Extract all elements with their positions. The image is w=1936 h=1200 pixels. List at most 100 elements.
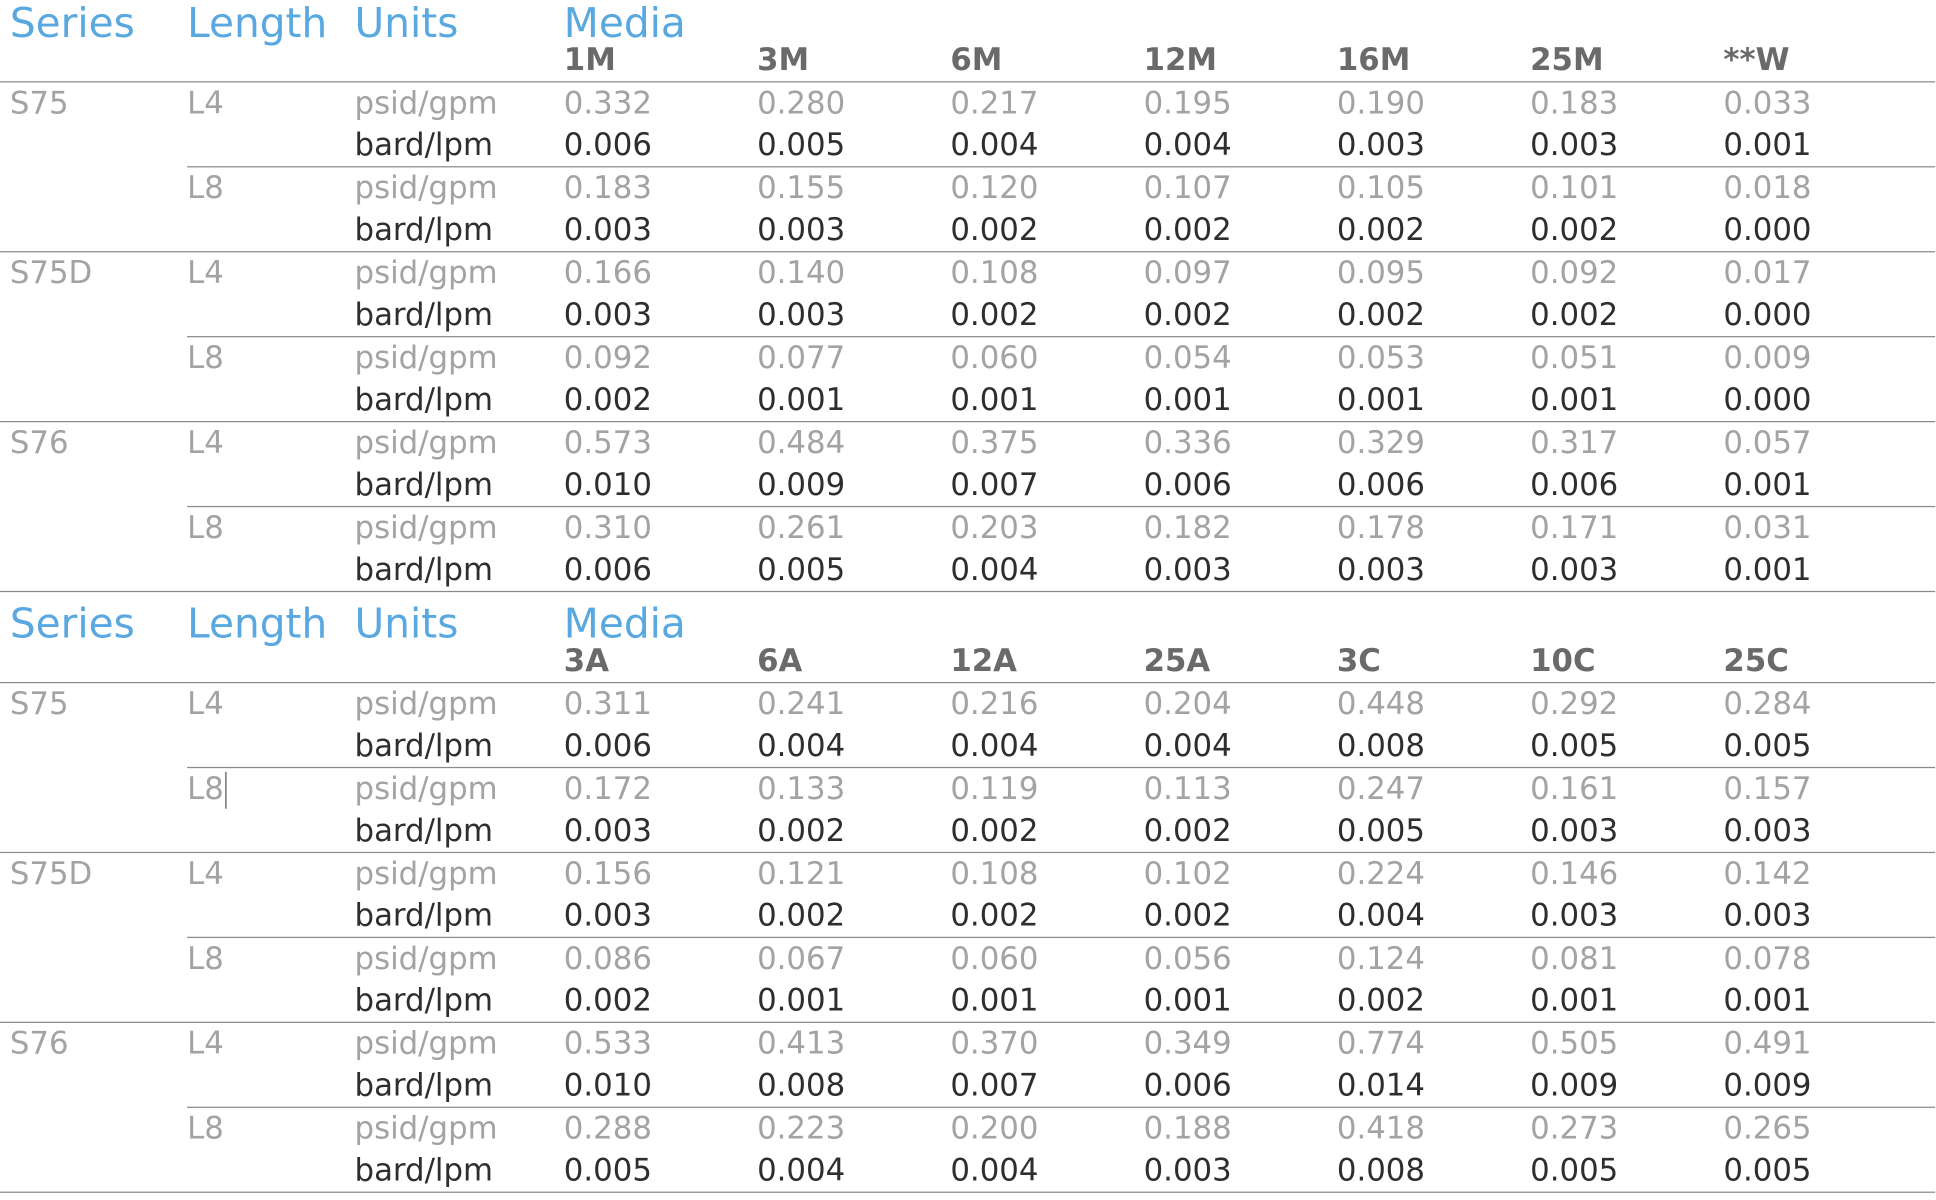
bard-value-cell: 0.003 (1143, 551, 1232, 588)
bard-value-cell: 0.006 (563, 126, 652, 163)
psid-value-cell: 0.448 (1336, 685, 1425, 722)
psid-value-cell: 0.113 (1143, 770, 1232, 807)
bard-value-cell: 0.014 (1336, 1067, 1425, 1103)
bard-value-cell: 0.004 (950, 126, 1039, 163)
psid-value-cell: 0.203 (950, 509, 1039, 546)
bard-value-cell: 0.001 (1723, 982, 1812, 1019)
length-header: Length (187, 599, 328, 648)
psid-value-cell: 0.317 (1530, 424, 1619, 461)
bard-value-cell: 0.005 (757, 551, 846, 588)
length-subgroup: L8 psid/gpm 0.092 0.077 0.060 0.054 0.053 0.051… (187, 336, 1936, 421)
bard-value-cell: 0.001 (1530, 381, 1619, 418)
psid-units-label: psid/gpm (354, 940, 498, 977)
length-subgroup: L8 psid/gpm 0.086 0.067 0.060 0.056 0.124 0.081… (187, 936, 1936, 1022)
psid-row: psid/gpm 0.288 0.223 0.200 0.188 0.418 0.273 0.… (0, 1108, 1935, 1150)
psid-value-cell: 0.418 (1336, 1110, 1425, 1147)
bard-value-cell: 0.005 (1530, 1152, 1619, 1188)
psid-row: psid/gpm 0.311 0.241 0.216 0.204 0.448 0.292 0.… (0, 683, 1935, 725)
bard-row: bard/lpm 0.006 0.005 0.004 0.004 0.003 0.003 0.… (0, 124, 1935, 166)
bard-row: bard/lpm 0.003 0.003 0.002 0.002 0.002 0.002 0.… (0, 209, 1935, 251)
bard-units-label: bard/lpm (354, 126, 494, 163)
psid-units-label: psid/gpm (354, 424, 498, 461)
bard-value-cell: 0.002 (1143, 296, 1232, 333)
bard-row: bard/lpm 0.006 0.004 0.004 0.004 0.008 0.005 0.… (0, 725, 1935, 767)
media-code-3a: 3A (563, 642, 610, 679)
media-code-10c: 10C (1530, 642, 1596, 679)
bard-value-cell: 0.007 (950, 1067, 1039, 1103)
bard-value-cell: 0.009 (1723, 1067, 1812, 1103)
bard-value-cell: 0.010 (563, 466, 652, 503)
psid-value-cell: 0.097 (1143, 254, 1232, 291)
psid-value-cell: 0.172 (563, 770, 652, 807)
psid-value-cell: 0.375 (950, 424, 1039, 461)
media-code-25m: 25M (1530, 41, 1604, 78)
bard-value-cell: 0.002 (563, 381, 652, 418)
psid-value-cell: 0.166 (563, 254, 652, 291)
bard-value-cell: 0.002 (950, 211, 1039, 248)
psid-value-cell: 0.017 (1723, 254, 1812, 291)
psid-value-cell: 0.288 (563, 1110, 652, 1147)
psid-row: psid/gpm 0.156 0.121 0.108 0.102 0.224 0.146 0.… (0, 853, 1935, 895)
bard-value-cell: 0.001 (1143, 381, 1232, 418)
media-code-12a: 12A (950, 642, 1017, 679)
psid-units-label: psid/gpm (354, 509, 498, 546)
bard-row: bard/lpm 0.003 0.002 0.002 0.002 0.004 0.003 0.… (0, 895, 1935, 937)
psid-value-cell: 0.120 (950, 169, 1039, 206)
psid-value-cell: 0.119 (950, 770, 1039, 807)
series-header: Series (9, 0, 135, 47)
bard-value-cell: 0.004 (950, 1152, 1039, 1188)
bard-value-cell: 0.004 (1143, 727, 1232, 764)
bard-value-cell: 0.008 (1336, 727, 1425, 764)
bard-row: bard/lpm 0.003 0.002 0.002 0.002 0.005 0.003 0.… (0, 810, 1935, 852)
psid-value-cell: 0.105 (1336, 169, 1425, 206)
psid-value-cell: 0.053 (1336, 339, 1425, 376)
bard-value-cell: 0.008 (1336, 1152, 1425, 1188)
psid-value-cell: 0.081 (1530, 940, 1619, 977)
bard-units-label: bard/lpm (354, 551, 494, 588)
bard-value-cell: 0.005 (1723, 1152, 1812, 1188)
psid-value-cell: 0.310 (563, 509, 652, 546)
psid-value-cell: 0.188 (1143, 1110, 1232, 1147)
psid-value-cell: 0.200 (950, 1110, 1039, 1147)
bard-units-label: bard/lpm (354, 381, 494, 418)
bard-value-cell: 0.009 (1530, 1067, 1619, 1103)
psid-value-cell: 0.018 (1723, 169, 1812, 206)
media-code-starstarw: **W (1723, 41, 1790, 78)
psid-value-cell: 0.095 (1336, 254, 1425, 291)
bard-row: bard/lpm 0.006 0.005 0.004 0.003 0.003 0.003 0.… (0, 549, 1935, 591)
psid-value-cell: 0.060 (950, 339, 1039, 376)
psid-units-label: psid/gpm (354, 685, 498, 722)
psid-units-label: psid/gpm (354, 1110, 498, 1147)
bard-value-cell: 0.002 (757, 897, 846, 934)
psid-value-cell: 0.336 (1143, 424, 1232, 461)
length-subgroup: S75 L4 psid/gpm 0.311 0.241 0.216 0.204 0.448 0.… (0, 683, 1935, 767)
psid-value-cell: 0.157 (1723, 770, 1812, 807)
bard-value-cell: 0.003 (563, 812, 652, 849)
media-code-25c: 25C (1723, 642, 1789, 679)
bard-value-cell: 0.005 (1336, 812, 1425, 849)
psid-value-cell: 0.124 (1336, 940, 1425, 977)
psid-row: psid/gpm 0.533 0.413 0.370 0.349 0.774 0.505 0.… (0, 1023, 1935, 1065)
psid-value-cell: 0.108 (950, 254, 1039, 291)
media-code-6m: 6M (950, 41, 1003, 78)
psid-value-cell: 0.060 (950, 940, 1039, 977)
psid-value-cell: 0.329 (1336, 424, 1425, 461)
bard-units-label: bard/lpm (354, 211, 494, 248)
bard-value-cell: 0.002 (1336, 296, 1425, 333)
psid-value-cell: 0.484 (757, 424, 846, 461)
psid-value-cell: 0.146 (1530, 855, 1619, 892)
bard-value-cell: 0.004 (950, 727, 1039, 764)
psid-value-cell: 0.332 (563, 84, 652, 121)
bard-value-cell: 0.006 (1143, 1067, 1232, 1103)
bard-value-cell: 0.001 (950, 381, 1039, 418)
bard-value-cell: 0.003 (1723, 812, 1812, 849)
bard-value-cell: 0.003 (757, 211, 846, 248)
bard-value-cell: 0.003 (757, 296, 846, 333)
bard-value-cell: 0.001 (1723, 551, 1812, 588)
psid-row: psid/gpm 0.310 0.261 0.203 0.182 0.178 0.171 0.… (0, 507, 1935, 549)
bard-value-cell: 0.002 (1143, 211, 1232, 248)
bard-value-cell: 0.003 (1530, 812, 1619, 849)
length-subgroup: L8 psid/gpm 0.310 0.261 0.203 0.182 0.178 0.171… (187, 505, 1936, 591)
bard-value-cell: 0.001 (1336, 381, 1425, 418)
bard-units-label: bard/lpm (354, 296, 494, 333)
